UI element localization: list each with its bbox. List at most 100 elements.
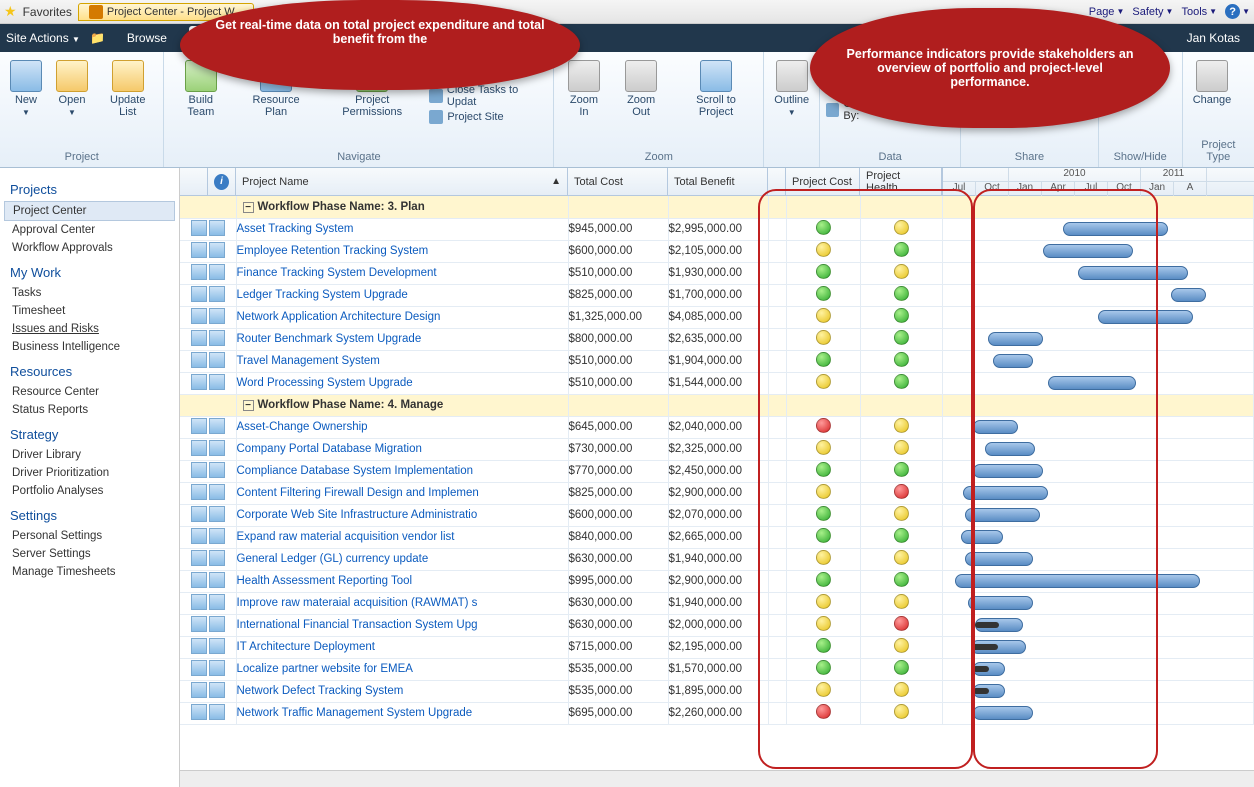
table-row[interactable]: Corporate Web Site Infrastructure Admini…: [180, 504, 1254, 526]
gantt-bar[interactable]: [1171, 288, 1206, 302]
open-button[interactable]: Open▼: [52, 58, 92, 119]
update-list-button[interactable]: Update List: [98, 58, 157, 120]
sidebar-item-workflow-approvals[interactable]: Workflow Approvals: [10, 239, 169, 257]
col-total-benefit[interactable]: Total Benefit: [668, 168, 768, 195]
table-row[interactable]: Expand raw material acquisition vendor l…: [180, 526, 1254, 548]
sidebar-heading-my-work[interactable]: My Work: [10, 265, 169, 280]
gantt-bar[interactable]: [1043, 244, 1133, 258]
gantt-bar[interactable]: [965, 508, 1040, 522]
table-row[interactable]: Content Filtering Firewall Design and Im…: [180, 482, 1254, 504]
table-row[interactable]: Travel Management System$510,000.00$1,90…: [180, 350, 1254, 372]
table-row[interactable]: Localize partner website for EMEA$535,00…: [180, 658, 1254, 680]
project-site-button[interactable]: Project Site: [429, 110, 547, 124]
sidebar-item-issues-risks[interactable]: Issues and Risks: [10, 320, 169, 338]
project-name-cell[interactable]: Travel Management System: [236, 350, 568, 372]
gantt-bar[interactable]: [993, 354, 1033, 368]
table-row[interactable]: Improve raw materaial acquisition (RAWMA…: [180, 592, 1254, 614]
table-row[interactable]: Finance Tracking System Development$510,…: [180, 262, 1254, 284]
help-menu[interactable]: ?▼: [1225, 4, 1250, 19]
col-project-cost[interactable]: Project Cost: [786, 168, 860, 195]
sidebar-item-portfolio-analyses[interactable]: Portfolio Analyses: [10, 482, 169, 500]
outline-button[interactable]: Outline▼: [770, 58, 813, 119]
change-button[interactable]: Change: [1189, 58, 1236, 108]
gantt-bar[interactable]: [1048, 376, 1136, 390]
table-row[interactable]: IT Architecture Deployment$715,000.00$2,…: [180, 636, 1254, 658]
tab-browse[interactable]: Browse: [115, 26, 179, 50]
project-name-cell[interactable]: Network Traffic Management System Upgrad…: [236, 702, 568, 724]
gantt-bar[interactable]: [1078, 266, 1188, 280]
project-name-cell[interactable]: Finance Tracking System Development: [236, 262, 568, 284]
project-name-cell[interactable]: Ledger Tracking System Upgrade: [236, 284, 568, 306]
table-row[interactable]: Health Assessment Reporting Tool$995,000…: [180, 570, 1254, 592]
sidebar-heading-strategy[interactable]: Strategy: [10, 427, 169, 442]
project-name-cell[interactable]: General Ledger (GL) currency update: [236, 548, 568, 570]
project-name-cell[interactable]: Network Application Architecture Design: [236, 306, 568, 328]
collapse-icon[interactable]: −: [243, 400, 254, 411]
col-project-health[interactable]: Project Health: [860, 168, 942, 195]
site-actions-menu[interactable]: Site Actions ▼: [6, 31, 80, 45]
table-row[interactable]: Asset-Change Ownership$645,000.00$2,040,…: [180, 416, 1254, 438]
project-name-cell[interactable]: International Financial Transaction Syst…: [236, 614, 568, 636]
table-row[interactable]: General Ledger (GL) currency update$630,…: [180, 548, 1254, 570]
project-name-cell[interactable]: Word Processing System Upgrade: [236, 372, 568, 394]
favorites-label[interactable]: Favorites: [23, 5, 72, 19]
col-info[interactable]: i: [208, 168, 236, 195]
sidebar-item-resource-center[interactable]: Resource Center: [10, 383, 169, 401]
horizontal-scrollbar[interactable]: [180, 770, 1254, 787]
project-name-cell[interactable]: Employee Retention Tracking System: [236, 240, 568, 262]
gantt-bar[interactable]: [968, 596, 1033, 610]
safety-menu[interactable]: Safety▼: [1132, 6, 1173, 18]
col-project-name[interactable]: Project Name▲: [236, 168, 568, 195]
favorites-star-icon[interactable]: ★: [4, 3, 17, 20]
gantt-bar[interactable]: [988, 332, 1043, 346]
collapse-icon[interactable]: −: [243, 202, 254, 213]
table-row[interactable]: Router Benchmark System Upgrade$800,000.…: [180, 328, 1254, 350]
sidebar-item-project-center[interactable]: Project Center: [4, 201, 175, 221]
new-button[interactable]: New▼: [6, 58, 46, 119]
project-name-cell[interactable]: IT Architecture Deployment: [236, 636, 568, 658]
sidebar-item-personal-settings[interactable]: Personal Settings: [10, 527, 169, 545]
zoom-out-button[interactable]: Zoom Out: [613, 58, 668, 120]
gantt-bar[interactable]: [961, 530, 1003, 544]
sidebar-item-timesheet[interactable]: Timesheet: [10, 302, 169, 320]
table-row[interactable]: Ledger Tracking System Upgrade$825,000.0…: [180, 284, 1254, 306]
table-row[interactable]: Network Defect Tracking System$535,000.0…: [180, 680, 1254, 702]
user-name[interactable]: Jan Kotas: [1187, 31, 1248, 45]
table-row[interactable]: International Financial Transaction Syst…: [180, 614, 1254, 636]
table-row[interactable]: Network Traffic Management System Upgrad…: [180, 702, 1254, 724]
sidebar-heading-resources[interactable]: Resources: [10, 364, 169, 379]
table-row[interactable]: Employee Retention Tracking System$600,0…: [180, 240, 1254, 262]
grid-body[interactable]: −Workflow Phase Name: 3. PlanAsset Track…: [180, 196, 1254, 787]
page-menu[interactable]: Page▼: [1089, 6, 1125, 18]
tools-menu[interactable]: Tools▼: [1181, 6, 1217, 18]
table-row[interactable]: Word Processing System Upgrade$510,000.0…: [180, 372, 1254, 394]
sidebar-heading-settings[interactable]: Settings: [10, 508, 169, 523]
gantt-bar[interactable]: [973, 464, 1043, 478]
project-name-cell[interactable]: Corporate Web Site Infrastructure Admini…: [236, 504, 568, 526]
group-row[interactable]: −Workflow Phase Name: 4. Manage: [180, 394, 1254, 416]
gantt-bar[interactable]: [1098, 310, 1193, 324]
project-name-cell[interactable]: Router Benchmark System Upgrade: [236, 328, 568, 350]
zoom-in-button[interactable]: Zoom In: [560, 58, 607, 120]
sidebar-item-manage-timesheets[interactable]: Manage Timesheets: [10, 563, 169, 581]
gantt-bar[interactable]: [973, 706, 1033, 720]
sidebar-item-tasks[interactable]: Tasks: [10, 284, 169, 302]
sidebar-item-driver-prioritization[interactable]: Driver Prioritization: [10, 464, 169, 482]
gantt-bar[interactable]: [985, 442, 1035, 456]
group-row[interactable]: −Workflow Phase Name: 3. Plan: [180, 196, 1254, 218]
sidebar-item-bi[interactable]: Business Intelligence: [10, 338, 169, 356]
project-name-cell[interactable]: Asset Tracking System: [236, 218, 568, 240]
table-row[interactable]: Asset Tracking System$945,000.00$2,995,0…: [180, 218, 1254, 240]
project-name-cell[interactable]: Health Assessment Reporting Tool: [236, 570, 568, 592]
sidebar-item-approval-center[interactable]: Approval Center: [10, 221, 169, 239]
project-name-cell[interactable]: Content Filtering Firewall Design and Im…: [236, 482, 568, 504]
gantt-bar[interactable]: [1063, 222, 1168, 236]
project-name-cell[interactable]: Asset-Change Ownership: [236, 416, 568, 438]
table-row[interactable]: Compliance Database System Implementatio…: [180, 460, 1254, 482]
gantt-bar[interactable]: [973, 420, 1018, 434]
project-name-cell[interactable]: Improve raw materaial acquisition (RAWMA…: [236, 592, 568, 614]
project-name-cell[interactable]: Company Portal Database Migration: [236, 438, 568, 460]
col-total-cost[interactable]: Total Cost: [568, 168, 668, 195]
gantt-bar[interactable]: [963, 486, 1048, 500]
table-row[interactable]: Company Portal Database Migration$730,00…: [180, 438, 1254, 460]
